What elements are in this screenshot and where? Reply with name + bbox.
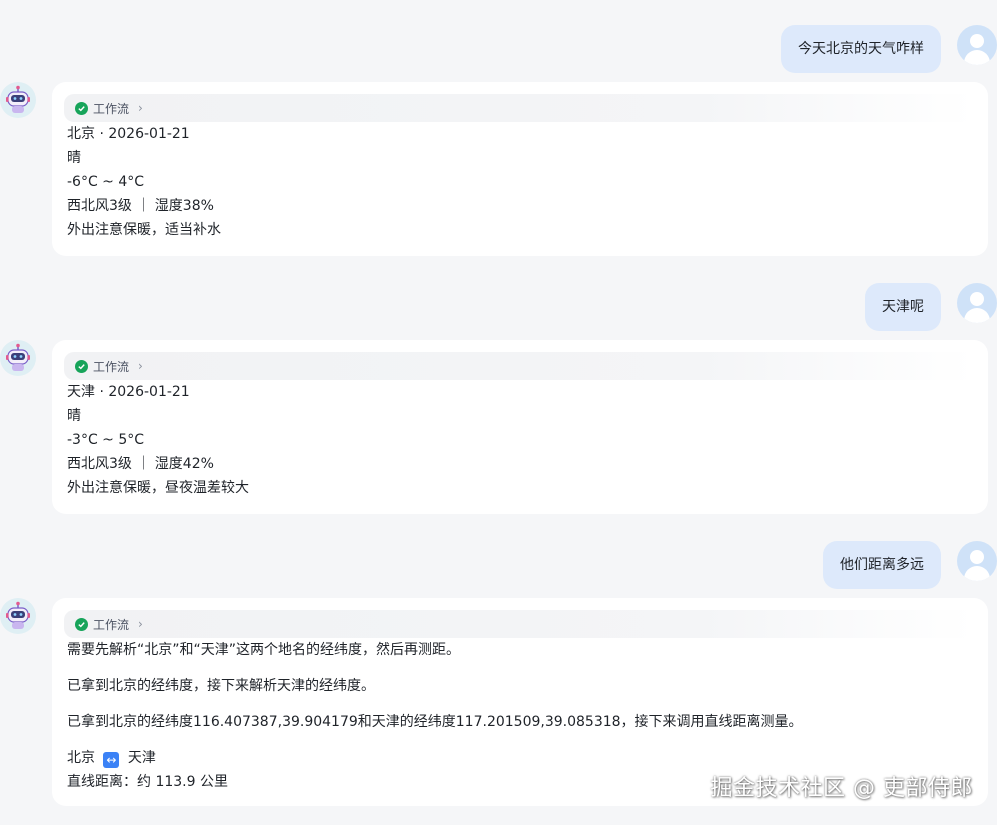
weather-wind-humidity: 西北风3级 ｜ 湿度42% — [67, 456, 214, 472]
weather-temperature: -3°C ~ 5°C — [67, 432, 145, 448]
weather-city-date: 天津 · 2026-01-21 — [67, 384, 190, 400]
user-avatar-icon — [957, 25, 997, 65]
robot-avatar-icon — [0, 82, 36, 118]
user-message-row: 他们距离多远 — [823, 541, 997, 589]
weather-condition: 晴 — [67, 150, 81, 166]
distance-result: 需要先解析“北京”和“天津”这两个地名的经纬度，然后再测距。 已拿到北京的经纬度… — [67, 638, 803, 794]
user-message-row: 今天北京的天气咋样 — [781, 25, 997, 73]
weather-result: 天津 · 2026-01-21 晴 -3°C ~ 5°C 西北风3级 ｜ 湿度4… — [67, 380, 249, 500]
chevron-right-icon: › — [138, 617, 143, 631]
watermark: 掘金技术社区 @ 吏部侍郎 — [710, 776, 973, 801]
user-avatar-icon — [957, 541, 997, 581]
route-line: 北京 ↔ 天津 — [67, 746, 803, 770]
check-circle-icon — [75, 617, 88, 631]
workflow-label: 工作流 — [93, 617, 130, 632]
workflow-toggle[interactable]: 工作流 › — [64, 610, 974, 638]
route-from: 北京 — [67, 750, 95, 766]
reasoning-step-3: 已拿到北京的经纬度116.407387,39.904179和天津的经纬度117.… — [67, 714, 803, 730]
reasoning-step-2: 已拿到北京的经纬度，接下来解析天津的经纬度。 — [67, 678, 375, 694]
weather-temperature: -6°C ~ 4°C — [67, 174, 145, 190]
user-message-bubble: 今天北京的天气咋样 — [781, 25, 941, 73]
user-message-row: 天津呢 — [865, 283, 997, 331]
user-avatar-icon — [957, 283, 997, 323]
check-circle-icon — [75, 359, 88, 373]
weather-wind-humidity: 西北风3级 ｜ 湿度38% — [67, 198, 214, 214]
weather-result: 北京 · 2026-01-21 晴 -6°C ~ 4°C 西北风3级 ｜ 湿度3… — [67, 122, 221, 242]
distance-value: 直线距离：约 113.9 公里 — [67, 774, 228, 790]
weather-advice: 外出注意保暖，适当补水 — [67, 222, 221, 238]
workflow-label: 工作流 — [93, 101, 130, 116]
reasoning-step-1: 需要先解析“北京”和“天津”这两个地名的经纬度，然后再测距。 — [67, 642, 461, 658]
chevron-right-icon: › — [138, 359, 143, 373]
robot-avatar-icon — [0, 598, 36, 634]
weather-advice: 外出注意保暖，昼夜温差较大 — [67, 480, 249, 496]
assistant-message-card: 工作流 › 天津 · 2026-01-21 晴 -3°C ~ 5°C 西北风3级… — [52, 340, 988, 514]
check-circle-icon — [75, 101, 88, 115]
workflow-toggle[interactable]: 工作流 › — [64, 94, 974, 122]
workflow-label: 工作流 — [93, 359, 130, 374]
user-message-bubble: 他们距离多远 — [823, 541, 941, 589]
route-to: 天津 — [127, 750, 156, 766]
robot-avatar-icon — [0, 340, 36, 376]
bidirectional-arrow-icon: ↔ — [103, 752, 120, 768]
assistant-message-card: 工作流 › 北京 · 2026-01-21 晴 -6°C ~ 4°C 西北风3级… — [52, 82, 988, 256]
weather-city-date: 北京 · 2026-01-21 — [67, 126, 190, 142]
weather-condition: 晴 — [67, 408, 81, 424]
chevron-right-icon: › — [138, 101, 143, 115]
user-message-bubble: 天津呢 — [865, 283, 941, 331]
workflow-toggle[interactable]: 工作流 › — [64, 352, 974, 380]
